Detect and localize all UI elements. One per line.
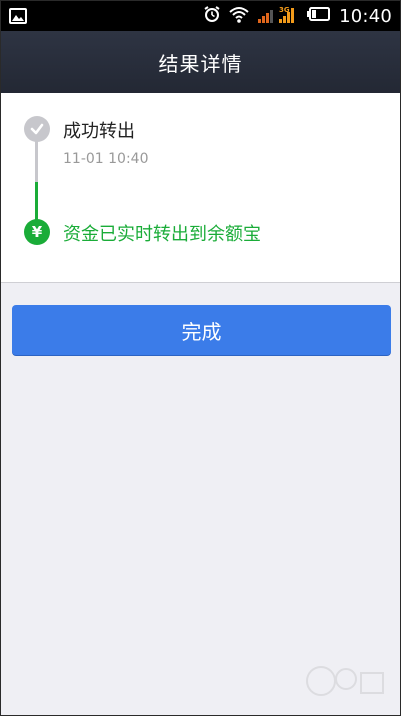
yen-icon: ¥ [24, 219, 50, 245]
step-title-transfer-success: 成功转出 [63, 121, 135, 142]
watermark-logo [291, 661, 391, 705]
app-header: 结果详情 [1, 31, 400, 93]
battery-icon [307, 6, 331, 26]
page-title: 结果详情 [158, 51, 243, 76]
wifi-icon [229, 5, 249, 27]
gallery-icon [9, 8, 27, 24]
done-button[interactable]: 完成 [12, 305, 391, 355]
timeline-line-complete [35, 182, 38, 220]
network-type-label: 3G [279, 6, 290, 14]
alarm-icon [203, 5, 221, 27]
result-card [1, 93, 400, 283]
timeline-line-pending [35, 140, 38, 182]
app-frame: 3G 10:40 结果详情 成功转出 11-01 10:40 ¥ 资金已实时转出… [0, 0, 401, 716]
step-time: 11-01 10:40 [63, 151, 149, 167]
signal-icon: 3G [257, 4, 299, 28]
status-bar: 3G 10:40 [1, 1, 400, 31]
step-result-funds-transferred: 资金已实时转出到余额宝 [63, 224, 261, 245]
check-icon [24, 116, 50, 142]
status-time: 10:40 [339, 5, 392, 27]
